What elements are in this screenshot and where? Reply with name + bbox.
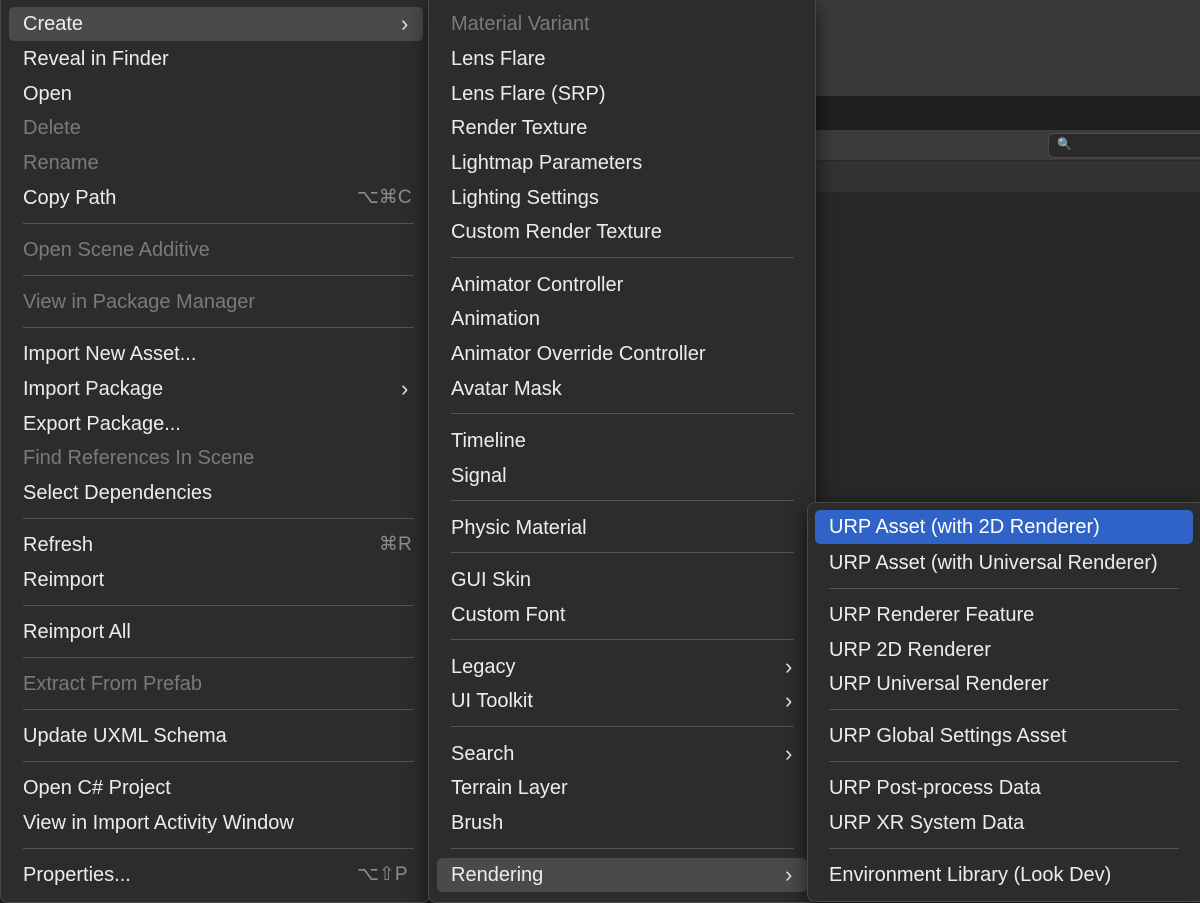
- search-icon: 🔍: [1057, 137, 1072, 151]
- chevron-right-icon: ›: [785, 862, 793, 887]
- menu-separator: [829, 848, 1179, 849]
- menu-item-avatar-mask[interactable]: Avatar Mask: [437, 372, 807, 406]
- menu-separator: [23, 327, 414, 328]
- search-input[interactable]: 🔍: [1048, 133, 1200, 158]
- menu-item-view-in-package-manager: View in Package Manager: [23, 291, 255, 313]
- menu-item-copy-path[interactable]: Copy Path ⌥⌘C: [9, 181, 423, 215]
- menu-item-refresh[interactable]: Refresh ⌘R: [9, 528, 423, 562]
- menu-item-import-package[interactable]: Import Package ›: [9, 372, 423, 406]
- chevron-right-icon: ›: [785, 654, 793, 679]
- chevron-right-icon: ›: [785, 741, 793, 766]
- menu-item-reimport-all[interactable]: Reimport All: [9, 615, 423, 649]
- shortcut-label: ⌘R: [379, 534, 412, 555]
- menu-item-animator-override-controller[interactable]: Animator Override Controller: [437, 337, 807, 371]
- menu-separator: [451, 500, 794, 501]
- chevron-right-icon: ›: [401, 376, 409, 401]
- menu-item-reveal-in-finder[interactable]: Reveal in Finder: [9, 42, 423, 76]
- menu-separator: [23, 761, 414, 762]
- menu-separator: [23, 518, 414, 519]
- menu-item-brush[interactable]: Brush: [437, 806, 807, 840]
- chevron-right-icon: ›: [785, 688, 793, 713]
- menu-item-properties[interactable]: Properties... ⌥⇧P: [9, 858, 423, 892]
- menu-item-environment-library[interactable]: Environment Library (Look Dev): [815, 858, 1193, 892]
- menu-separator: [451, 552, 794, 553]
- menu-item-urp-xr-system-data[interactable]: URP XR System Data: [815, 806, 1193, 840]
- menu-item-reimport[interactable]: Reimport: [9, 563, 423, 597]
- menu-item-find-references-in-scene: Find References In Scene: [23, 447, 255, 469]
- menu-item-custom-font[interactable]: Custom Font: [437, 598, 807, 632]
- menu-separator: [451, 413, 794, 414]
- menu-separator: [451, 639, 794, 640]
- menu-item-open[interactable]: Open: [9, 77, 423, 111]
- menu-item-urp-universal-renderer[interactable]: URP Universal Renderer: [815, 667, 1193, 701]
- menu-item-physic-material[interactable]: Physic Material: [437, 511, 807, 545]
- menu-item-urp-2d-renderer[interactable]: URP 2D Renderer: [815, 633, 1193, 667]
- menu-item-delete: Delete: [23, 117, 81, 139]
- menu-separator: [829, 761, 1179, 762]
- create-submenu: Material Variant Lens Flare Lens Flare (…: [428, 0, 816, 903]
- shortcut-label: ⌥⌘C: [357, 187, 412, 208]
- menu-item-urp-post-process-data[interactable]: URP Post-process Data: [815, 771, 1193, 805]
- menu-separator: [23, 605, 414, 606]
- menu-item-create[interactable]: Create ›: [9, 7, 423, 41]
- menu-separator: [829, 588, 1179, 589]
- context-menu: Create › Reveal in Finder Open Delete Re…: [0, 0, 430, 903]
- menu-item-ui-toolkit[interactable]: UI Toolkit ›: [437, 684, 807, 718]
- menu-item-open-csharp-project[interactable]: Open C# Project: [9, 771, 423, 805]
- menu-item-lightmap-parameters[interactable]: Lightmap Parameters: [437, 146, 807, 180]
- menu-item-select-dependencies[interactable]: Select Dependencies: [9, 476, 423, 510]
- menu-item-urp-renderer-feature[interactable]: URP Renderer Feature: [815, 598, 1193, 632]
- menu-separator: [23, 848, 414, 849]
- scene-view-area: [812, 0, 1200, 96]
- menu-item-urp-asset-universal-renderer[interactable]: URP Asset (with Universal Renderer): [815, 546, 1193, 580]
- menu-item-view-in-import-activity-window[interactable]: View in Import Activity Window: [9, 806, 423, 840]
- menu-item-lighting-settings[interactable]: Lighting Settings: [437, 181, 807, 215]
- menu-item-gui-skin[interactable]: GUI Skin: [437, 563, 807, 597]
- menu-item-timeline[interactable]: Timeline: [437, 424, 807, 458]
- chevron-right-icon: ›: [401, 11, 409, 36]
- menu-item-custom-render-texture[interactable]: Custom Render Texture: [437, 215, 807, 249]
- menu-item-urp-global-settings-asset[interactable]: URP Global Settings Asset: [815, 719, 1193, 753]
- menu-separator: [23, 657, 414, 658]
- menu-item-animator-controller[interactable]: Animator Controller: [437, 268, 807, 302]
- menu-item-lens-flare-srp[interactable]: Lens Flare (SRP): [437, 77, 807, 111]
- menu-item-urp-asset-2d-renderer[interactable]: URP Asset (with 2D Renderer): [815, 510, 1193, 544]
- menu-item-extract-from-prefab: Extract From Prefab: [23, 673, 202, 695]
- menu-item-animation[interactable]: Animation: [437, 302, 807, 336]
- menu-separator: [829, 709, 1179, 710]
- panel-header: [812, 160, 1200, 193]
- menu-item-update-uxml-schema[interactable]: Update UXML Schema: [9, 719, 423, 753]
- shortcut-label: ⌥⇧P: [357, 864, 408, 885]
- panel-tab-bar: [812, 96, 1200, 130]
- menu-item-open-scene-additive: Open Scene Additive: [23, 239, 210, 261]
- menu-item-signal[interactable]: Signal: [437, 459, 807, 493]
- menu-item-export-package[interactable]: Export Package...: [9, 407, 423, 441]
- menu-separator: [23, 275, 414, 276]
- menu-item-legacy[interactable]: Legacy ›: [437, 650, 807, 684]
- menu-separator: [451, 726, 794, 727]
- menu-item-search[interactable]: Search ›: [437, 737, 807, 771]
- menu-item-terrain-layer[interactable]: Terrain Layer: [437, 771, 807, 805]
- menu-separator: [451, 848, 794, 849]
- menu-separator: [23, 709, 414, 710]
- menu-item-import-new-asset[interactable]: Import New Asset...: [9, 337, 423, 371]
- menu-item-rename: Rename: [23, 152, 99, 174]
- rendering-submenu: URP Asset (with 2D Renderer) URP Asset (…: [807, 502, 1200, 902]
- menu-item-rendering[interactable]: Rendering ›: [437, 858, 807, 892]
- menu-item-lens-flare[interactable]: Lens Flare: [437, 42, 807, 76]
- menu-item-render-texture[interactable]: Render Texture: [437, 111, 807, 145]
- menu-item-material-variant: Material Variant: [451, 13, 590, 35]
- menu-separator: [23, 223, 414, 224]
- menu-separator: [451, 257, 794, 258]
